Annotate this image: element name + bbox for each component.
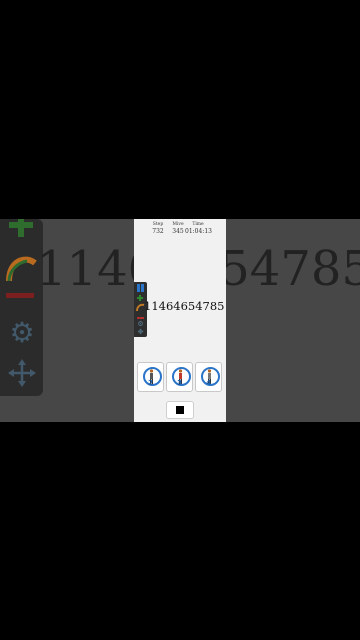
move-icon: [8, 359, 36, 387]
add-icon: [9, 219, 33, 237]
peg-label: 3: [177, 379, 182, 387]
stats-bar: Step 732 Mive 345 Time 01:04:13: [134, 222, 226, 238]
peg-button-2[interactable]: 3: [166, 362, 193, 392]
time-value: 01:04:13: [185, 228, 212, 235]
game-screen: Step 732 Mive 345 Time 01:04:13 ⚙ ✥ 1146…: [134, 219, 226, 422]
time-stat: Time 01:04:13: [185, 222, 212, 236]
pause-icon[interactable]: [135, 284, 146, 292]
peg-label: 2: [148, 379, 153, 387]
steps-value: 732: [152, 228, 164, 235]
stop-button[interactable]: [166, 401, 194, 419]
redo-icon: [6, 256, 37, 282]
counter-display: 11464654785: [144, 299, 225, 313]
steps-stat: Step 732: [148, 222, 168, 236]
move-icon[interactable]: ✥: [135, 328, 146, 336]
peg-row: 2 3 4: [136, 362, 226, 394]
peg-button-3[interactable]: 4: [195, 362, 222, 392]
peg-button-1[interactable]: 2: [137, 362, 164, 392]
gear-icon[interactable]: ⚙: [135, 320, 146, 328]
peg-label: 4: [206, 379, 211, 387]
gear-icon: ⚙: [9, 316, 35, 349]
remove-icon: [6, 293, 34, 298]
stop-icon: [176, 406, 184, 414]
